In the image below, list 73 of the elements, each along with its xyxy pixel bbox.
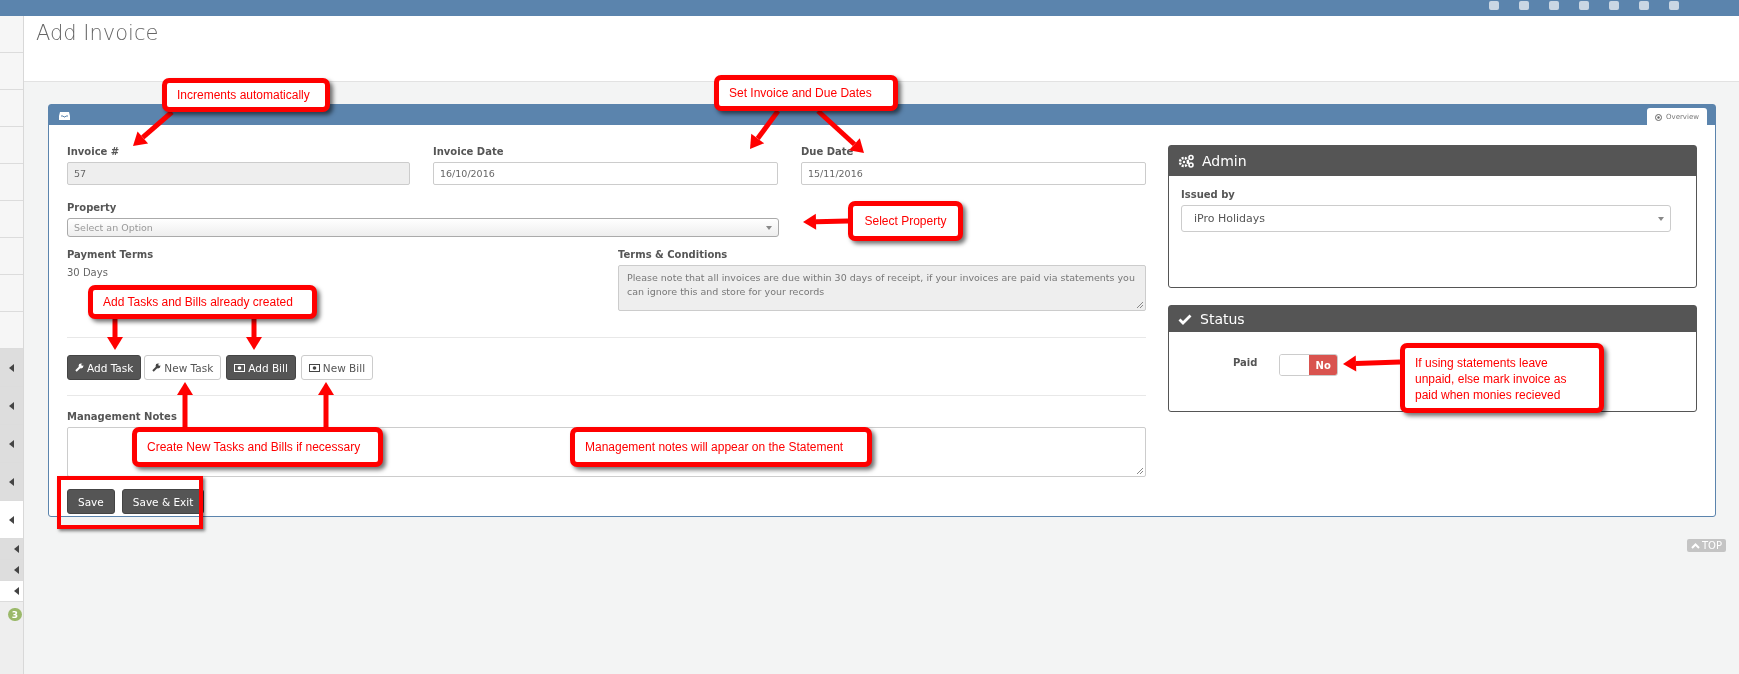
target-icon bbox=[1655, 113, 1663, 121]
sidebar-item[interactable] bbox=[0, 539, 23, 560]
arrow bbox=[1343, 355, 1401, 372]
caret-icon bbox=[14, 587, 19, 595]
button[interactable]: Add Bill bbox=[226, 355, 296, 380]
toolbar-icon[interactable] bbox=[1549, 0, 1559, 10]
field-label: Payment Terms bbox=[67, 249, 154, 260]
toolbar-icon[interactable] bbox=[1669, 0, 1679, 10]
sidebar-item[interactable] bbox=[0, 581, 23, 602]
arrow bbox=[318, 382, 334, 427]
toolbar-icon[interactable] bbox=[1489, 0, 1499, 10]
banknote-icon bbox=[308, 363, 320, 372]
caret-icon bbox=[14, 545, 19, 553]
caret-icon bbox=[766, 225, 772, 230]
field-label: Paid bbox=[1233, 357, 1258, 368]
field-label: Due Date bbox=[801, 146, 854, 157]
check-icon bbox=[1178, 313, 1192, 325]
button[interactable]: Save bbox=[67, 489, 115, 514]
field-label: Management Notes bbox=[67, 411, 177, 422]
sidebar-item[interactable] bbox=[0, 560, 23, 581]
button[interactable]: New Bill bbox=[300, 355, 374, 380]
gears-icon bbox=[1178, 154, 1194, 168]
button[interactable]: Add Task bbox=[67, 355, 142, 380]
chevron-up-icon bbox=[1691, 542, 1700, 549]
arrow bbox=[107, 319, 123, 350]
field-label: Terms & Conditions bbox=[618, 249, 728, 260]
arrow bbox=[750, 109, 780, 149]
field-label: Invoice Date bbox=[433, 146, 504, 157]
wrench-icon bbox=[75, 363, 84, 372]
inbox-icon bbox=[59, 110, 70, 120]
caret-icon bbox=[9, 439, 14, 448]
arrow bbox=[133, 110, 174, 146]
toolbar-icon[interactable] bbox=[1609, 0, 1619, 10]
caret-icon bbox=[9, 363, 14, 372]
caret-icon bbox=[9, 401, 14, 410]
callout-note: Increments automatically bbox=[162, 78, 330, 112]
caret-icon bbox=[9, 477, 14, 486]
field-label: Property bbox=[67, 202, 117, 213]
arrow bbox=[803, 213, 849, 230]
callout-note: If using statements leave unpaid, else mark invoice as paid when monies recieved bbox=[1400, 343, 1604, 413]
toggle-switch[interactable]: No bbox=[1279, 354, 1339, 376]
resize-grip-icon bbox=[1137, 468, 1143, 474]
callout-note: Create New Tasks and Bills if necessary bbox=[132, 427, 383, 467]
field-value: 30 Days bbox=[67, 267, 108, 278]
wrench-icon bbox=[152, 363, 162, 372]
callout-note: Set Invoice and Due Dates bbox=[714, 75, 898, 111]
text-area: Please note that all invoices are due within 30 days of receipt, if your invoices are paid via statements you can ignore this and store for your records bbox=[618, 265, 1146, 311]
input-field[interactable]: 15/11/2016 bbox=[801, 162, 1146, 185]
field-label: Issued by bbox=[1181, 189, 1235, 200]
input-field: 57 bbox=[67, 162, 410, 185]
field-label: Invoice # bbox=[67, 146, 120, 157]
panel-title: Admin bbox=[1202, 153, 1247, 169]
button[interactable]: New Task bbox=[144, 355, 222, 380]
input-field[interactable]: 16/10/2016 bbox=[433, 162, 778, 185]
count-badge: 3 bbox=[8, 608, 22, 621]
banknote-icon bbox=[234, 363, 246, 372]
button[interactable]: Save & Exit bbox=[121, 489, 205, 514]
toolbar-icon[interactable] bbox=[1639, 0, 1649, 10]
sidebar-item[interactable] bbox=[0, 501, 23, 539]
arrow bbox=[177, 382, 193, 427]
callout-note: Select Property bbox=[848, 201, 963, 241]
caret-icon bbox=[9, 515, 14, 524]
panel-title: Status bbox=[1200, 311, 1245, 327]
caret-icon bbox=[14, 566, 19, 574]
callout-note: Management notes will appear on the Statement bbox=[570, 427, 872, 467]
select-field[interactable]: iPro Holidays bbox=[1181, 205, 1671, 232]
toolbar-icon[interactable] bbox=[1519, 0, 1529, 10]
page-title: Add Invoice bbox=[35, 20, 159, 45]
callout-note: Add Tasks and Bills already created bbox=[88, 285, 317, 319]
toolbar-icon[interactable] bbox=[1579, 0, 1589, 10]
caret-icon bbox=[1658, 216, 1664, 221]
resize-grip-icon bbox=[1137, 302, 1143, 308]
arrow bbox=[246, 319, 262, 350]
